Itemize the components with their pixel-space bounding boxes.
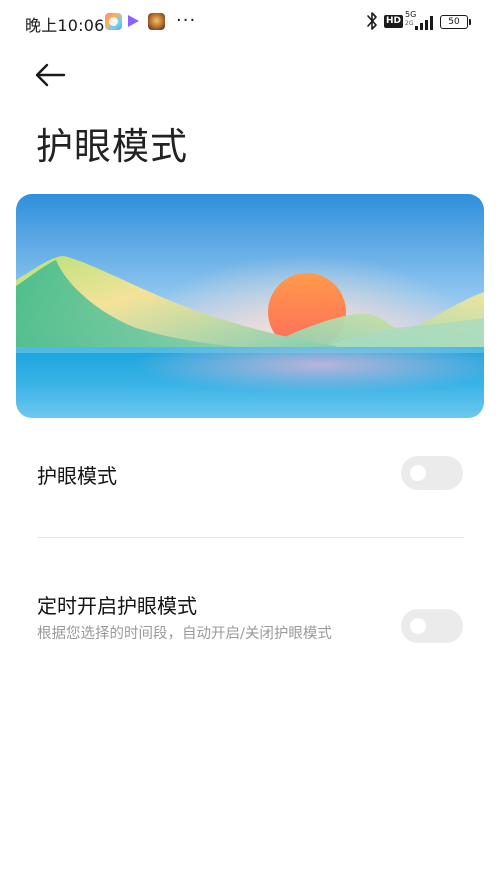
- arrow-left-icon: [35, 63, 66, 87]
- signal-strength-icon: [414, 15, 436, 30]
- scheduled-eye-mode-label: 定时开启护眼模式: [37, 594, 197, 618]
- status-time: 晚上10:06: [25, 16, 105, 35]
- game-app-icon: [148, 13, 165, 30]
- scheduled-eye-mode-setting-row[interactable]: 定时开启护眼模式 根据您选择的时间段，自动开启/关闭护眼模式: [0, 570, 500, 670]
- status-bar: 晚上10:06 ··· HD 5G 2G 50: [0, 0, 500, 46]
- eye-mode-setting-row[interactable]: 护眼模式: [0, 440, 500, 506]
- battery-icon: 50: [440, 15, 471, 29]
- eye-mode-toggle-knob: [410, 465, 426, 481]
- scheduled-eye-mode-toggle[interactable]: [401, 609, 463, 643]
- hd-voice-icon: HD: [384, 15, 404, 28]
- more-notifications-icon: ···: [176, 10, 197, 31]
- scheduled-eye-mode-description: 根据您选择的时间段，自动开启/关闭护眼模式: [37, 626, 332, 642]
- back-button[interactable]: [30, 58, 70, 94]
- eye-mode-label: 护眼模式: [37, 464, 117, 488]
- settings-divider: [37, 537, 464, 538]
- network-subtype-label: 2G: [405, 20, 414, 27]
- eye-mode-toggle[interactable]: [401, 456, 463, 490]
- bluetooth-icon: [366, 11, 378, 31]
- video-app-icon: [128, 15, 139, 27]
- eye-mode-illustration: [16, 194, 484, 418]
- scheduled-eye-mode-toggle-knob: [410, 618, 426, 634]
- gallery-app-icon: [105, 13, 122, 30]
- page-title: 护眼模式: [36, 125, 188, 168]
